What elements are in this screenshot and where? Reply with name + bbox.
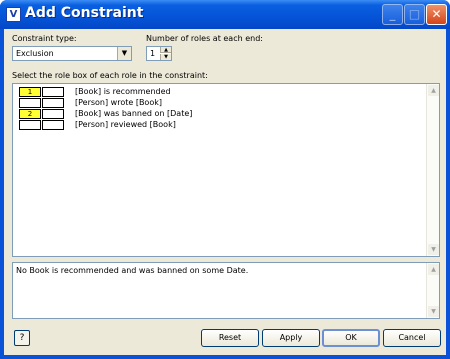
role-list-label: Select the role box of each role in the … [12, 71, 208, 80]
scroll-up-icon[interactable]: ▲ [428, 264, 439, 275]
role-box[interactable] [42, 120, 64, 130]
cancel-button[interactable]: Cancel [383, 329, 441, 347]
roles-per-end-value[interactable]: 1 [150, 49, 155, 58]
apply-button[interactable]: Apply [262, 329, 320, 347]
roles-per-end-stepper[interactable]: 1 ▲ ▼ [146, 46, 172, 61]
list-scrollbar[interactable]: ▲ ▼ [426, 84, 439, 256]
scroll-down-icon[interactable]: ▼ [428, 306, 439, 317]
app-icon: V [6, 7, 21, 22]
stepper-down-icon[interactable]: ▼ [160, 54, 171, 60]
fact-type-text: [Book] was banned on [Date] [75, 109, 193, 118]
constraint-type-select[interactable]: Exclusion ▼ [12, 46, 132, 61]
close-button[interactable]: ✕ [426, 4, 447, 25]
roles-per-end-label: Number of roles at each end: [146, 34, 263, 43]
role-box[interactable]: 1 [19, 87, 41, 97]
help-button[interactable]: ? [14, 330, 30, 346]
fact-type-text: [Book] is recommended [75, 87, 171, 96]
role-box[interactable] [42, 98, 64, 108]
reset-button[interactable]: Reset [201, 329, 259, 347]
fact-type-row: 1 [Book] is recommended [17, 87, 417, 97]
ok-button[interactable]: OK [322, 329, 380, 347]
maximize-button[interactable]: □ [404, 4, 425, 25]
window-title: Add Constraint [25, 5, 144, 21]
fact-type-row: 2 [Book] was banned on [Date] [17, 109, 417, 119]
dialog-body: Constraint type: Exclusion ▼ Number of r… [4, 29, 446, 355]
role-box[interactable] [42, 87, 64, 97]
chevron-down-icon[interactable]: ▼ [117, 47, 131, 60]
scroll-up-icon[interactable]: ▲ [428, 85, 439, 96]
stepper-up-icon[interactable]: ▲ [160, 47, 171, 53]
role-box[interactable] [42, 109, 64, 119]
fact-type-row: [Person] reviewed [Book] [17, 120, 417, 130]
constraint-type-label: Constraint type: [12, 34, 77, 43]
constraint-type-value: Exclusion [16, 49, 54, 58]
minimize-button[interactable]: _ [382, 4, 403, 25]
fact-type-text: [Person] reviewed [Book] [75, 120, 176, 129]
role-box[interactable] [19, 98, 41, 108]
role-box[interactable]: 2 [19, 109, 41, 119]
dialog-window: V Add Constraint _ □ ✕ Constraint type: … [0, 0, 450, 359]
fact-type-row: [Person] wrote [Book] [17, 98, 417, 108]
verbalization-box[interactable]: No Book is recommended and was banned on… [12, 262, 440, 319]
verbalization-text: No Book is recommended and was banned on… [16, 266, 249, 275]
verbalization-scrollbar[interactable]: ▲ ▼ [426, 263, 439, 318]
scroll-down-icon[interactable]: ▼ [428, 244, 439, 255]
fact-type-list[interactable]: 1 [Book] is recommended [Person] wrote [… [12, 83, 440, 257]
role-box[interactable] [19, 120, 41, 130]
fact-type-text: [Person] wrote [Book] [75, 98, 162, 107]
title-bar[interactable]: V Add Constraint _ □ ✕ [0, 0, 450, 29]
